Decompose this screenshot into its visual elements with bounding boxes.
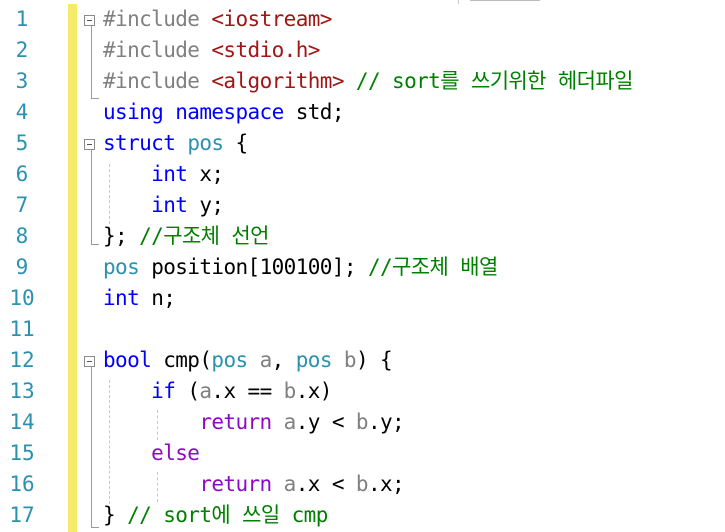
code-token: pos: [295, 348, 344, 372]
include-fold-end: [91, 98, 99, 99]
code-token: if: [103, 379, 188, 403]
top-divider: [458, 0, 459, 4]
code-token: n;: [151, 286, 176, 310]
code-token: b: [355, 410, 369, 434]
code-line[interactable]: #include <algorithm> // sort를 쓰기위한 헤더파일: [103, 66, 633, 97]
line-number: 12: [9, 348, 35, 372]
code-token: }: [103, 503, 128, 527]
line-number: 11: [9, 317, 35, 341]
code-token: x;: [199, 162, 224, 186]
line-number: 13: [9, 379, 35, 403]
code-token: };: [103, 224, 140, 248]
code-token: //구조체 선언: [139, 224, 269, 248]
code-token: pos: [103, 255, 152, 279]
code-line[interactable]: #include <iostream>: [103, 4, 332, 35]
change-tracking-margin: [68, 4, 77, 532]
code-token: int: [103, 193, 200, 217]
code-token: <algorithm>: [211, 69, 344, 93]
code-token: //구조체 배열: [367, 255, 498, 279]
code-line[interactable]: int n;: [103, 283, 176, 314]
code-token: return: [103, 410, 284, 434]
code-line[interactable]: return a.x < b.x;: [103, 469, 404, 500]
code-token: .x <: [295, 472, 356, 496]
code-line[interactable]: if (a.x == b.x): [103, 376, 332, 407]
code-token: .x ==: [211, 379, 284, 403]
code-token: bool: [103, 348, 164, 372]
code-line[interactable]: pos position[100100]; //구조체 배열: [103, 252, 498, 283]
code-token: a: [283, 410, 297, 434]
line-number: 3: [15, 69, 29, 93]
line-number: 6: [15, 162, 29, 186]
code-line[interactable]: using namespace std;: [103, 97, 344, 128]
code-token: a: [259, 348, 273, 372]
code-token: .y;: [367, 410, 405, 434]
code-line[interactable]: } // sort에 쓰일 cmp: [103, 500, 328, 531]
code-editor[interactable]: 1 2 3 4 5 6 7 8 9 10 11 12 13 14 15 16 17 #include <iost…: [0, 0, 725, 532]
fold-toggle-cmp[interactable]: [84, 356, 95, 367]
code-line[interactable]: int y;: [103, 190, 224, 221]
code-token: position[100100];: [151, 255, 368, 279]
line-number: 17: [9, 503, 35, 527]
code-token: int: [103, 162, 200, 186]
struct-fold-rail: [91, 150, 92, 244]
cmp-fold-rail: [91, 367, 92, 527]
code-token: b: [283, 379, 297, 403]
code-token: y;: [199, 193, 224, 217]
code-token: cmp(: [163, 348, 212, 372]
code-token: a: [283, 472, 297, 496]
code-token: ,: [271, 348, 296, 372]
code-token: #include: [103, 69, 212, 93]
code-token: {: [223, 131, 248, 155]
line-number: 9: [15, 255, 29, 279]
code-token: .y <: [295, 410, 356, 434]
code-token: // sort에 쓰일 cmp: [127, 503, 328, 527]
fold-toggle-struct[interactable]: [84, 139, 95, 150]
include-fold-rail: [91, 26, 92, 98]
struct-fold-end: [91, 244, 99, 245]
code-token: <stdio.h>: [211, 38, 320, 62]
code-token: pos: [187, 131, 224, 155]
line-number: 8: [15, 224, 29, 248]
code-token: .x;: [367, 472, 405, 496]
code-token: b: [355, 472, 369, 496]
code-line[interactable]: }; //구조체 선언: [103, 221, 269, 252]
code-line[interactable]: int x;: [103, 159, 224, 190]
line-number: 5: [15, 131, 29, 155]
line-number: 10: [9, 286, 35, 310]
line-number: 7: [15, 193, 29, 217]
code-line[interactable]: #include <stdio.h>: [103, 35, 320, 66]
code-token: (: [187, 379, 200, 403]
code-token: std;: [295, 100, 345, 124]
line-number: 14: [9, 410, 35, 434]
code-token: struct: [103, 131, 188, 155]
top-scroll-hint: [470, 0, 540, 1]
code-line[interactable]: else: [103, 438, 200, 469]
code-token: else: [103, 441, 200, 465]
line-number: 1: [15, 7, 29, 31]
code-token: <iostream>: [211, 7, 332, 31]
line-number: 16: [9, 472, 35, 496]
code-token: int: [103, 286, 152, 310]
code-token: return: [103, 472, 284, 496]
line-number: 2: [15, 38, 29, 62]
code-token: ) {: [355, 348, 393, 372]
fold-toggle-includes[interactable]: [84, 15, 95, 26]
code-token: a: [199, 379, 212, 403]
line-number: 15: [9, 441, 35, 465]
code-token: pos: [211, 348, 260, 372]
code-line[interactable]: bool cmp(pos a, pos b) {: [103, 345, 393, 376]
code-token: b: [343, 348, 357, 372]
line-number-gutter: 1 2 3 4 5 6 7 8 9 10 11 12 13 14 15 16 17: [0, 0, 62, 532]
cmp-fold-end: [91, 527, 99, 528]
code-token: .x): [295, 379, 333, 403]
code-line[interactable]: return a.y < b.y;: [103, 407, 404, 438]
code-token: using namespace: [103, 100, 296, 124]
code-token: #include: [103, 38, 212, 62]
code-token: #include: [103, 7, 212, 31]
code-line[interactable]: struct pos {: [103, 128, 248, 159]
code-token: // sort를 쓰기위한 헤더파일: [343, 69, 633, 93]
line-number: 4: [15, 100, 29, 124]
